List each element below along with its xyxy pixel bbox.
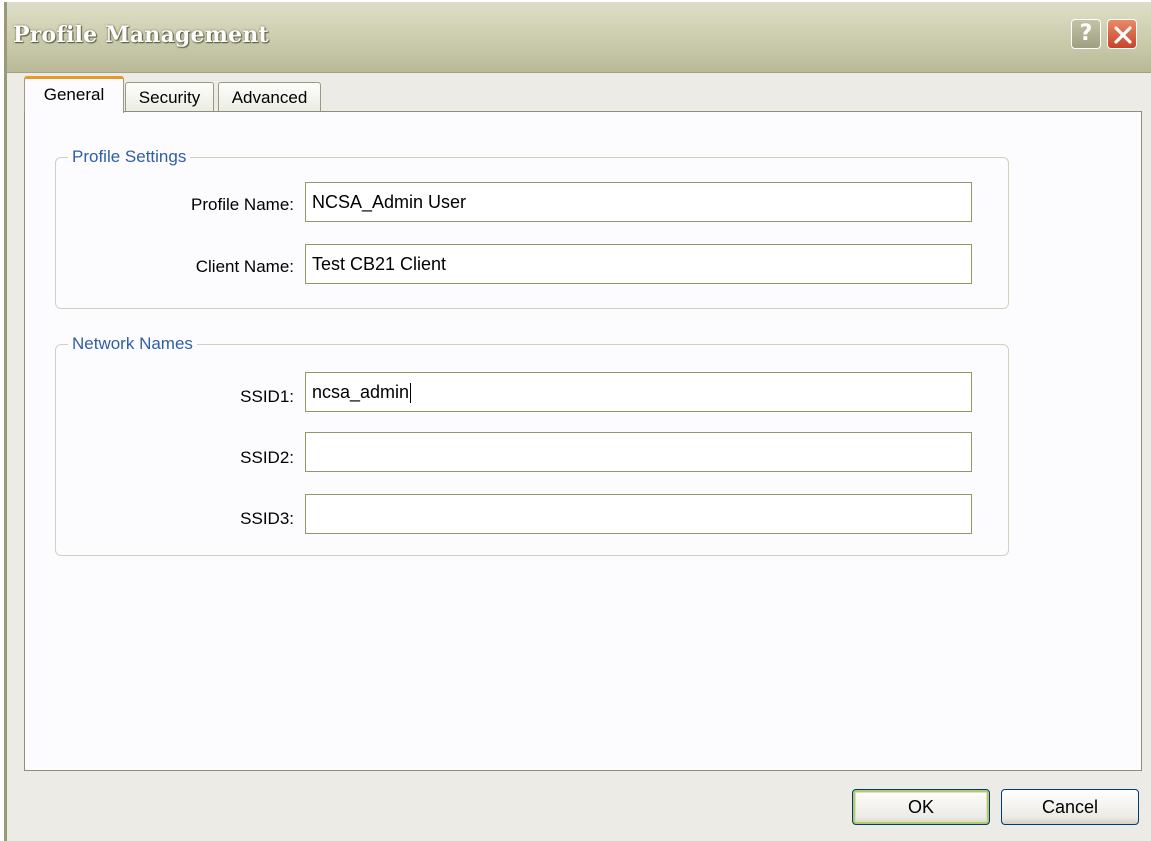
ssid1-label: SSID1: [240,387,294,406]
tab-advanced[interactable]: Advanced [218,82,321,112]
text-cursor [410,383,412,404]
close-icon [1114,26,1132,44]
client-name-label: Client Name: [195,257,294,276]
tab-security[interactable]: Security [125,82,214,112]
tab-general[interactable]: General [24,76,124,113]
ssid3-label: SSID3: [240,509,294,528]
close-button[interactable] [1107,19,1137,49]
window-title: Profile Management [13,22,269,48]
general-tab-panel: Profile Settings Profile Name: NCSA_Admi… [24,111,1142,771]
profile-name-label: Profile Name: [191,195,294,214]
ssid2-label: SSID2: [240,448,294,467]
ssid1-value: ncsa_admin [312,382,410,402]
network-names-legend: Network Names [68,333,197,355]
profile-management-dialog: Profile Management ? General Security Ad… [4,2,1151,841]
ssid1-input[interactable]: ncsa_admin [305,372,972,412]
profile-settings-group: Profile Settings Profile Name: NCSA_Admi… [55,146,1009,309]
cancel-button[interactable]: Cancel [1001,789,1139,825]
profile-settings-legend: Profile Settings [68,146,191,168]
client-name-input[interactable]: Test CB21 Client [305,244,972,284]
network-names-group: Network Names SSID1: ncsa_admin SSID2: S… [55,333,1009,556]
help-button[interactable]: ? [1071,19,1101,49]
ssid3-input[interactable] [305,494,972,534]
profile-name-input[interactable]: NCSA_Admin User [305,182,972,222]
title-bar[interactable]: Profile Management ? [7,2,1151,73]
ssid2-input[interactable] [305,432,972,472]
ok-button[interactable]: OK [852,789,990,825]
